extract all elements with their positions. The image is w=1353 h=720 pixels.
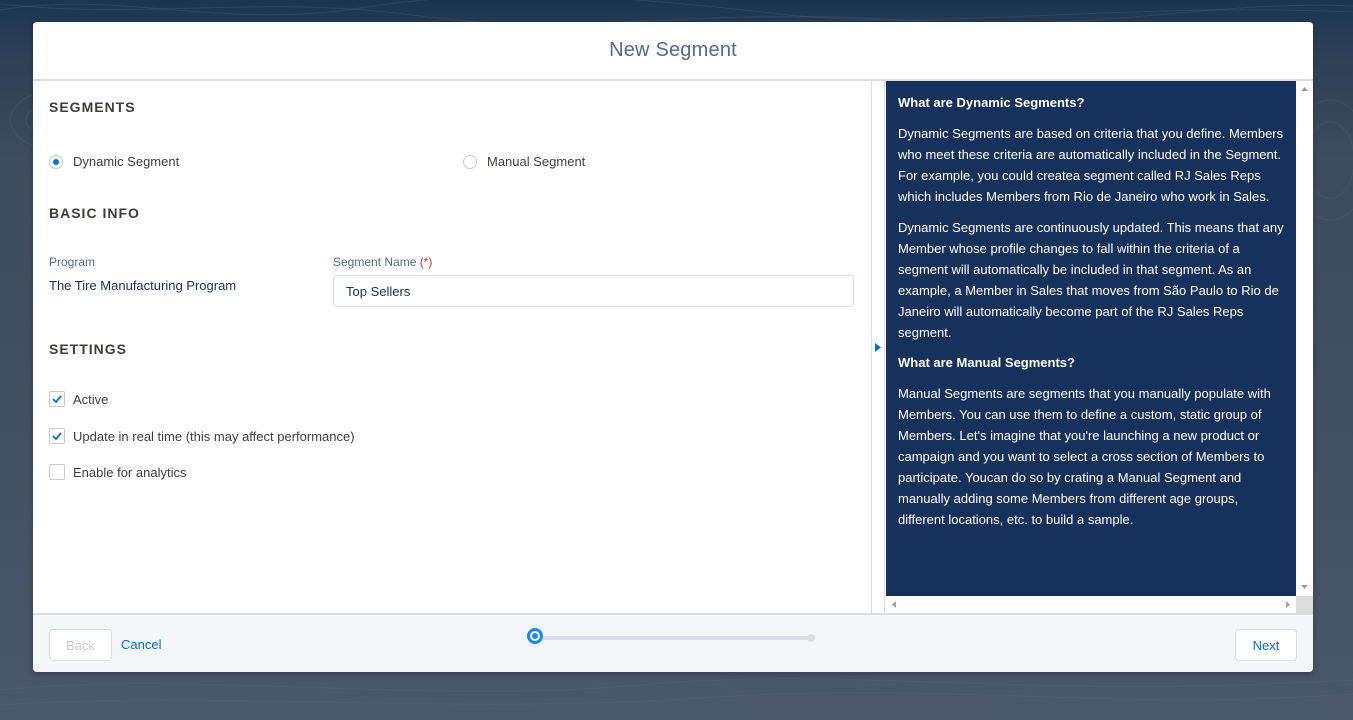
manual-segments-paragraph: Manual Segments are segments that you ma… — [898, 386, 1271, 527]
dynamic-segments-paragraph-1: Dynamic Segments are based on criteria t… — [898, 126, 1284, 204]
segment-name-label-text: Segment Name — [333, 255, 417, 269]
caret-right-icon — [875, 342, 881, 352]
dynamic-segments-heading: What are Dynamic Segments? — [898, 95, 1085, 110]
next-button[interactable]: Next — [1235, 629, 1297, 661]
new-segment-modal: New Segment SEGMENTS Dynamic Segment Man… — [33, 22, 1313, 672]
help-horizontal-scrollbar[interactable] — [886, 596, 1296, 613]
required-marker: (*) — [419, 255, 433, 269]
dynamic-segment-option[interactable]: Dynamic Segment — [49, 154, 179, 169]
segments-heading: SEGMENTS — [49, 99, 136, 115]
help-panel-container: What are Dynamic Segments? Dynamic Segme… — [886, 81, 1313, 613]
program-label: Program — [49, 255, 96, 269]
dynamic-segment-radio[interactable] — [49, 154, 63, 169]
realtime-checkbox[interactable] — [49, 428, 65, 444]
scrollbar-corner — [1296, 596, 1313, 613]
help-panel-toggle[interactable] — [872, 81, 885, 613]
program-value: The Tire Manufacturing Program — [49, 278, 237, 293]
checkmark-icon — [52, 432, 62, 440]
segment-form: SEGMENTS Dynamic Segment Manual Segment … — [33, 81, 871, 613]
back-button[interactable]: Back — [49, 629, 112, 661]
progress-bar — [540, 636, 811, 640]
active-setting[interactable]: Active — [49, 391, 108, 407]
manual-segment-label: Manual Segment — [487, 154, 586, 169]
realtime-label: Update in real time (this may affect per… — [73, 428, 355, 444]
dynamic-segment-label: Dynamic Segment — [73, 154, 180, 169]
modal-title: New Segment — [609, 39, 737, 61]
modal-header: New Segment — [33, 22, 1313, 81]
realtime-setting[interactable]: Update in real time (this may affect per… — [49, 428, 355, 444]
scroll-arrows-icon — [892, 601, 1290, 608]
manual-segment-radio[interactable] — [463, 154, 477, 169]
segment-name-input[interactable] — [333, 275, 854, 307]
checkmark-icon — [52, 395, 62, 403]
settings-heading: SETTINGS — [49, 341, 128, 357]
analytics-label: Enable for analytics — [73, 464, 187, 480]
progress-step-final — [807, 634, 815, 642]
active-label: Active — [73, 391, 109, 407]
active-checkbox[interactable] — [49, 391, 65, 407]
analytics-setting[interactable]: Enable for analytics — [49, 464, 186, 480]
dynamic-segments-paragraph-2: Dynamic Segments are continuously update… — [898, 220, 1284, 340]
help-vertical-scrollbar[interactable] — [1296, 81, 1313, 596]
modal-footer: Back Cancel Next — [33, 613, 1313, 672]
cancel-link[interactable]: Cancel — [121, 637, 161, 652]
basic-info-heading: BASIC INFO — [49, 205, 140, 221]
segment-name-label: Segment Name (*) — [333, 255, 432, 269]
progress-step-current — [527, 628, 543, 644]
help-panel: What are Dynamic Segments? Dynamic Segme… — [886, 81, 1296, 596]
scroll-arrows-icon — [1301, 87, 1308, 589]
manual-segments-heading: What are Manual Segments? — [898, 355, 1075, 370]
analytics-checkbox[interactable] — [49, 464, 65, 480]
manual-segment-option[interactable]: Manual Segment — [463, 154, 585, 169]
